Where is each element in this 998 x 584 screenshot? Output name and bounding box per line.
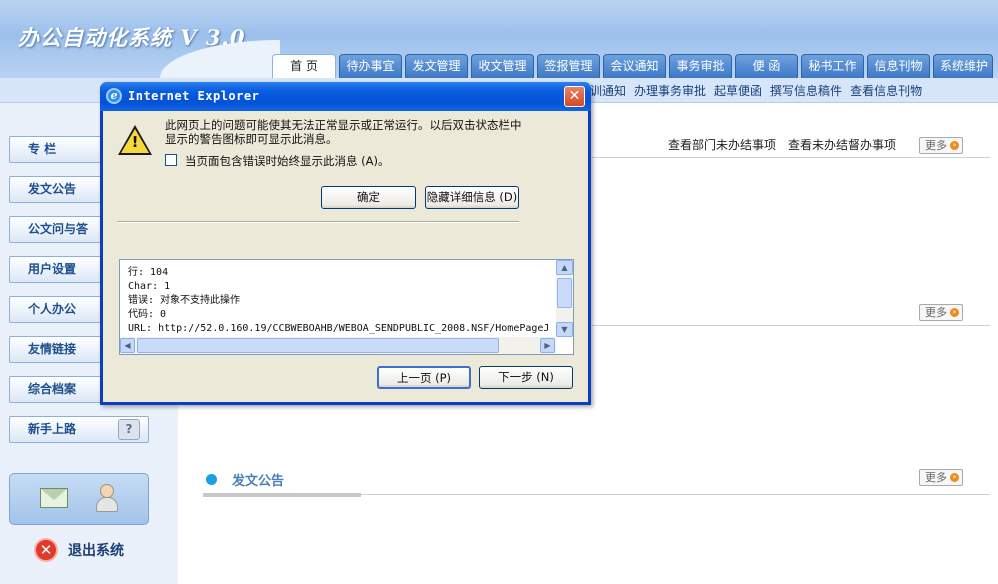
- checkbox-label: 当页面包含错误时始终显示此消息 (A)。: [185, 154, 390, 168]
- tab-home[interactable]: 首 页: [272, 54, 336, 78]
- dialog-title: Internet Explorer: [128, 89, 260, 103]
- arrow-right-icon: »: [950, 141, 959, 150]
- next-button[interactable]: 下一步 (N): [479, 366, 573, 389]
- sub-link-view-publications[interactable]: 查看信息刊物: [850, 82, 922, 99]
- error-details-box[interactable]: 行: 104 Char: 1 错误: 对象不支持此操作 代码: 0 URL: h…: [119, 259, 574, 355]
- dialog-titlebar[interactable]: e Internet Explorer ✕: [100, 82, 591, 111]
- warning-icon-mark: !: [131, 133, 139, 151]
- vertical-scrollbar[interactable]: ▲ ▼: [556, 260, 573, 337]
- arrow-right-icon: »: [950, 473, 959, 482]
- separator: [117, 221, 519, 223]
- user-icon[interactable]: [94, 484, 118, 512]
- horizontal-scrollbar[interactable]: ◀ ▶: [120, 337, 556, 354]
- sub-link-draft-memo[interactable]: 起草便函: [714, 82, 762, 99]
- detail-line: URL: http://52.0.160.19/CCBWEBOAHB/WEBOA…: [128, 323, 548, 334]
- internet-explorer-icon: e: [106, 88, 122, 104]
- scroll-up-icon[interactable]: ▲: [556, 260, 573, 275]
- dialog-message: 此网页上的问题可能使其无法正常显示或正常运行。以后双击状态栏中显示的警告图标即可…: [165, 118, 522, 146]
- scroll-thumb[interactable]: [137, 338, 499, 353]
- more-label: 更多: [925, 139, 947, 152]
- tab-meeting-notice[interactable]: 会议通知: [603, 54, 666, 78]
- tab-todo[interactable]: 待办事宜: [339, 54, 402, 78]
- more-button[interactable]: 更多»: [919, 304, 963, 321]
- tab-memo[interactable]: 便 函: [735, 54, 798, 78]
- more-label: 更多: [925, 471, 947, 484]
- bullet-icon: [206, 474, 217, 485]
- always-show-checkbox[interactable]: [165, 154, 177, 166]
- section-title: 发文公告: [232, 474, 285, 489]
- error-dialog: e Internet Explorer ✕ ! 此网页上的问题可能使其无法正常显…: [100, 82, 591, 405]
- sidebar-item-label: 新手上路: [28, 422, 77, 436]
- scroll-left-icon[interactable]: ◀: [120, 338, 135, 353]
- help-icon: ?: [118, 419, 140, 440]
- more-button[interactable]: 更多»: [919, 137, 963, 154]
- sub-link-write-info[interactable]: 撰写信息稿件: [770, 82, 842, 99]
- section-underline: [203, 493, 361, 497]
- tab-send-docs[interactable]: 发文管理: [405, 54, 468, 78]
- logout-button[interactable]: ✕ 退出系统: [34, 537, 124, 563]
- detail-line: Char: 1: [128, 281, 171, 292]
- previous-button[interactable]: 上一页 (P): [377, 366, 471, 389]
- envelope-icon[interactable]: [40, 488, 68, 508]
- arrow-right-icon: »: [950, 308, 959, 317]
- header: 办公自动化系统 V 3.0 首 页 待办事宜 发文管理 收文管理 签报管理 会议…: [0, 0, 998, 78]
- mail-panel: [9, 473, 149, 525]
- sub-link-notice[interactable]: 训通知: [590, 82, 626, 99]
- main-tab-bar: 首 页 待办事宜 发文管理 收文管理 签报管理 会议通知 事务审批 便 函 秘书…: [272, 54, 998, 78]
- scroll-thumb[interactable]: [557, 278, 572, 308]
- divider: [592, 157, 990, 158]
- error-details-text: 行: 104 Char: 1 错误: 对象不支持此操作 代码: 0 URL: h…: [128, 266, 548, 336]
- more-label: 更多: [925, 306, 947, 319]
- link-supervision-pending[interactable]: 查看未办结督办事项: [788, 136, 896, 153]
- detail-line: 代码: 0: [128, 309, 167, 320]
- sub-link-affairs-approval[interactable]: 办理事务审批: [634, 82, 706, 99]
- close-button[interactable]: ✕: [564, 86, 585, 107]
- scroll-right-icon[interactable]: ▶: [540, 338, 555, 353]
- tab-publications[interactable]: 信息刊物: [867, 54, 930, 78]
- hide-details-button[interactable]: 隐藏详细信息 (D): [425, 186, 519, 209]
- scroll-down-icon[interactable]: ▼: [556, 322, 573, 337]
- tab-secretary[interactable]: 秘书工作: [801, 54, 864, 78]
- ok-button[interactable]: 确定: [321, 186, 416, 209]
- tab-affairs-approval[interactable]: 事务审批: [669, 54, 732, 78]
- tab-sign-reports[interactable]: 签报管理: [537, 54, 600, 78]
- link-dept-pending[interactable]: 查看部门未办结事项: [668, 136, 776, 153]
- tab-receive-docs[interactable]: 收文管理: [471, 54, 534, 78]
- detail-line: 行: 104: [128, 267, 169, 278]
- divider: [592, 325, 990, 326]
- tab-system-maintenance[interactable]: 系统维护: [933, 54, 993, 78]
- more-button[interactable]: 更多»: [919, 469, 963, 486]
- pending-links: 查看部门未办结事项 查看未办结督办事项: [668, 136, 896, 153]
- close-circle-icon: ✕: [34, 538, 58, 562]
- sidebar-item-getting-started[interactable]: 新手上路 ?: [9, 416, 149, 443]
- logout-label: 退出系统: [68, 543, 124, 559]
- sub-nav-links: 训通知 办理事务审批 起草便函 撰写信息稿件 查看信息刊物: [590, 82, 922, 99]
- detail-line: 错误: 对象不支持此操作: [128, 295, 241, 306]
